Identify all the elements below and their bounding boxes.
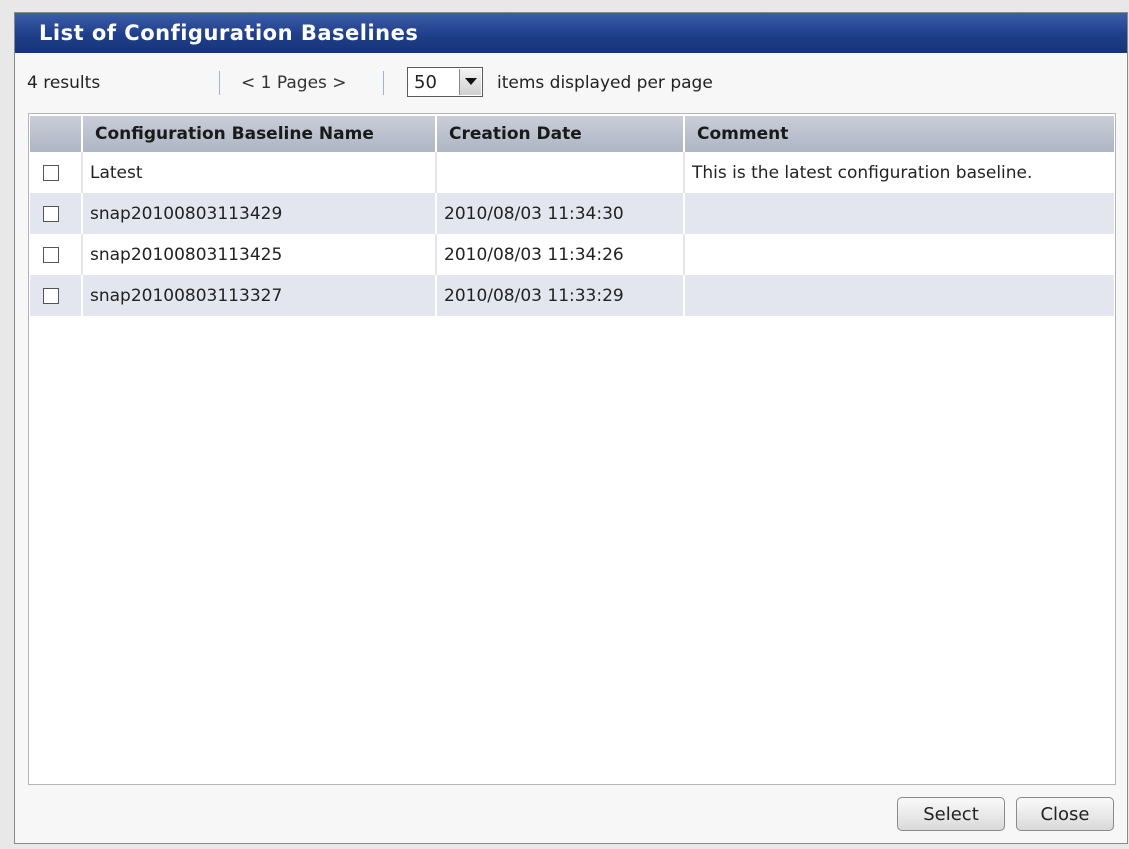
comment-cell: This is the latest configuration baselin…	[684, 152, 1114, 193]
dialog-title: List of Configuration Baselines	[15, 13, 1127, 53]
comment-cell	[684, 193, 1114, 234]
table-row[interactable]: snap20100803113425 2010/08/03 11:34:26	[30, 234, 1114, 275]
baseline-name-cell: snap20100803113327	[82, 275, 437, 316]
creation-date-cell: 2010/08/03 11:34:30	[436, 193, 685, 234]
page-navigation[interactable]: < 1 Pages >	[241, 73, 347, 93]
row-checkbox[interactable]	[43, 246, 59, 263]
select-column-header	[30, 116, 83, 152]
toolbar-divider	[219, 71, 220, 95]
pagination-toolbar: 4 results < 1 Pages > 50 items displayed…	[15, 65, 1127, 103]
select-button[interactable]: Select	[897, 797, 1005, 831]
table-header-row: Configuration Baseline Name Creation Dat…	[30, 116, 1114, 152]
per-page-label: items displayed per page	[497, 73, 713, 93]
creation-date-cell: 2010/08/03 11:33:29	[436, 275, 685, 316]
close-button[interactable]: Close	[1016, 797, 1114, 831]
name-column-header[interactable]: Configuration Baseline Name	[82, 116, 437, 152]
baseline-name-cell: snap20100803113429	[82, 193, 437, 234]
baselines-table-container: Configuration Baseline Name Creation Dat…	[28, 113, 1116, 785]
chevron-down-icon[interactable]	[459, 69, 481, 95]
toolbar-divider	[383, 71, 384, 95]
baselines-table: Configuration Baseline Name Creation Dat…	[30, 116, 1114, 316]
page-size-select[interactable]: 50	[407, 67, 483, 97]
row-checkbox[interactable]	[43, 287, 59, 304]
results-count: 4 results	[27, 73, 101, 93]
row-checkbox[interactable]	[43, 164, 59, 181]
table-row[interactable]: snap20100803113429 2010/08/03 11:34:30	[30, 193, 1114, 234]
config-baselines-dialog: List of Configuration Baselines 4 result…	[14, 12, 1128, 844]
baseline-name-cell: Latest	[82, 152, 437, 193]
creation-date-cell	[436, 152, 685, 193]
comment-cell	[684, 234, 1114, 275]
comment-cell	[684, 275, 1114, 316]
table-row[interactable]: snap20100803113327 2010/08/03 11:33:29	[30, 275, 1114, 316]
date-column-header[interactable]: Creation Date	[436, 116, 685, 152]
baseline-name-cell: snap20100803113425	[82, 234, 437, 275]
page-size-value: 50	[414, 72, 437, 93]
comment-column-header[interactable]: Comment	[684, 116, 1114, 152]
row-checkbox[interactable]	[43, 205, 59, 222]
creation-date-cell: 2010/08/03 11:34:26	[436, 234, 685, 275]
table-row[interactable]: Latest This is the latest configuration …	[30, 152, 1114, 193]
